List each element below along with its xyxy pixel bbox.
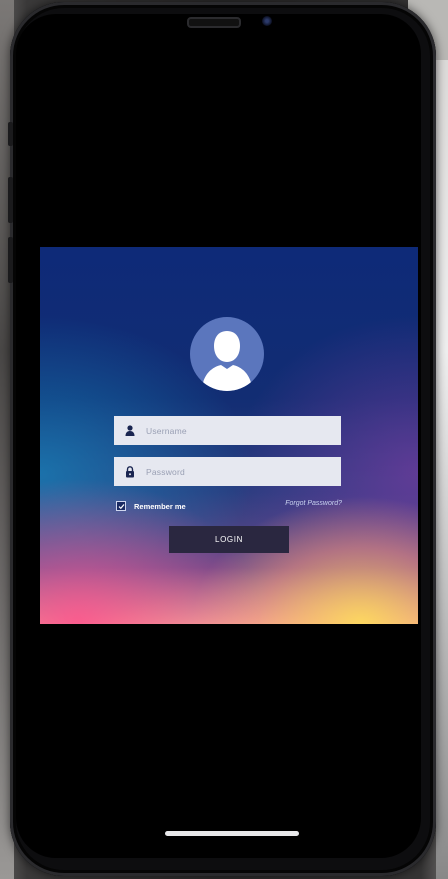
login-button[interactable]: LOGIN bbox=[169, 526, 289, 553]
remember-me-label: Remember me bbox=[134, 501, 186, 511]
username-field[interactable]: Username bbox=[114, 416, 341, 445]
login-screen: Username Password Remember me Forgot Pas… bbox=[40, 247, 418, 624]
remember-me-checkbox[interactable] bbox=[116, 501, 126, 511]
forgot-password-link[interactable]: Forgot Password? bbox=[285, 500, 342, 507]
user-icon bbox=[114, 425, 146, 436]
side-button-volume-up bbox=[8, 177, 13, 223]
remember-me[interactable]: Remember me bbox=[116, 501, 186, 511]
side-button-volume-down bbox=[8, 237, 13, 283]
side-button-silent bbox=[8, 122, 13, 146]
home-indicator bbox=[165, 831, 299, 836]
username-placeholder: Username bbox=[146, 425, 187, 436]
earpiece-speaker bbox=[187, 17, 241, 28]
lock-icon bbox=[114, 465, 146, 478]
background-right bbox=[436, 0, 448, 879]
password-placeholder: Password bbox=[146, 466, 185, 477]
password-field[interactable]: Password bbox=[114, 457, 341, 486]
front-camera bbox=[262, 16, 272, 26]
user-avatar-icon bbox=[190, 317, 264, 391]
